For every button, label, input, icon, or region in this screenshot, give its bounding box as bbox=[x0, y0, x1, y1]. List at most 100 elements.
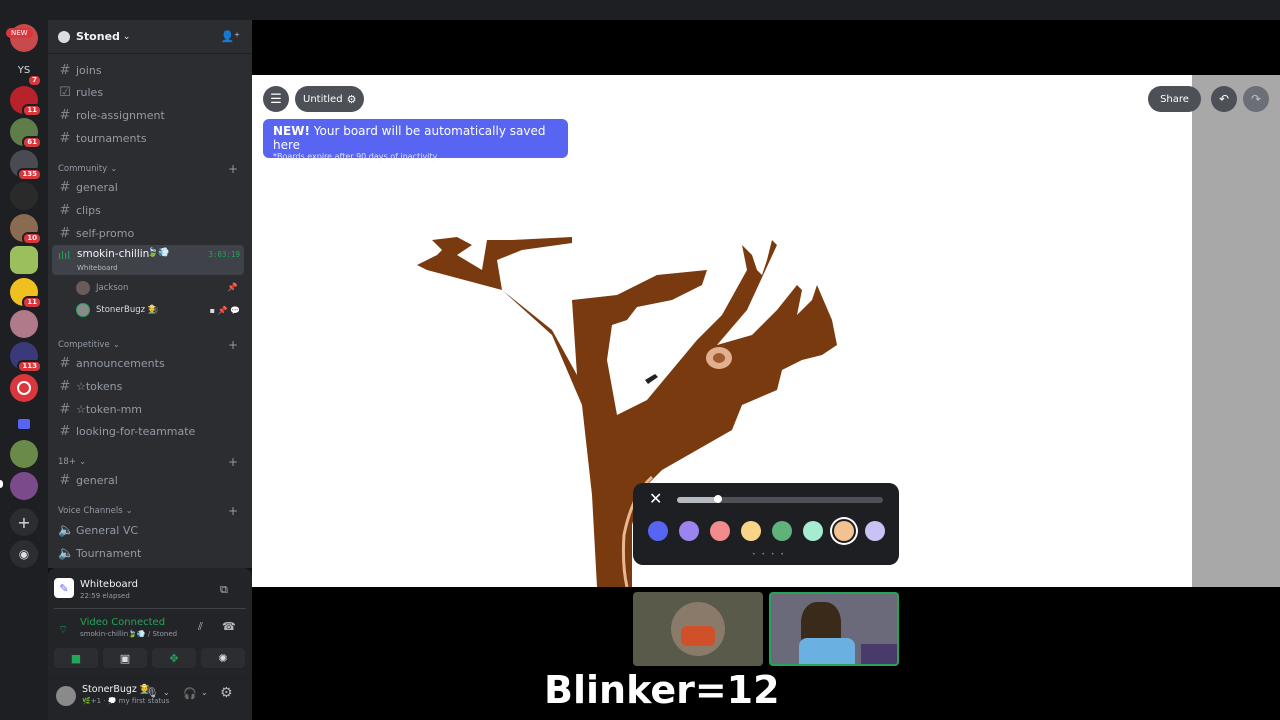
hash-icon: # bbox=[59, 107, 71, 123]
channel-self-promo[interactable]: # self-promo bbox=[52, 223, 244, 243]
autosave-notice: NEW! Your board will be automatically sa… bbox=[263, 119, 568, 161]
server-icon[interactable] bbox=[10, 182, 38, 210]
mic-icon[interactable]: 🎙 bbox=[146, 688, 159, 699]
add-channel-icon[interactable]: + bbox=[228, 162, 238, 176]
server-icon[interactable]: 135 bbox=[10, 150, 42, 181]
channel-role-assignment[interactable]: # role-assignment bbox=[52, 105, 244, 125]
server-icon[interactable] bbox=[10, 374, 38, 402]
category-community[interactable]: Community ⌄ + bbox=[58, 162, 238, 176]
leave-activity-icon[interactable]: ⧉ bbox=[220, 583, 228, 597]
screenshare-button[interactable]: ▣ bbox=[103, 648, 147, 668]
close-icon[interactable]: ✕ bbox=[649, 489, 662, 508]
channel-clips[interactable]: # clips bbox=[52, 200, 244, 220]
color-swatch[interactable] bbox=[741, 521, 761, 541]
server-icon[interactable] bbox=[10, 440, 38, 468]
channel-general-18[interactable]: # general bbox=[52, 470, 244, 490]
channel-general[interactable]: # general bbox=[52, 177, 244, 197]
activity-icon: ✥ bbox=[169, 651, 179, 665]
channel-tournaments[interactable]: # tournaments bbox=[52, 128, 244, 148]
speaker-icon: 🔈 bbox=[58, 522, 75, 538]
channel-looking-for-teammate[interactable]: # looking-for-teammate bbox=[52, 421, 244, 441]
explore-icon[interactable]: ◉ bbox=[10, 540, 38, 568]
chevron-down-icon[interactable]: ⌄ bbox=[163, 688, 170, 697]
color-swatch[interactable] bbox=[834, 521, 854, 541]
video-tile-jackson[interactable] bbox=[633, 592, 763, 666]
voice-active-icon: ılıl bbox=[58, 249, 71, 262]
unread-badge: 7 bbox=[27, 74, 42, 87]
color-swatch[interactable] bbox=[679, 521, 699, 541]
redo-icon: ↷ bbox=[1250, 92, 1262, 106]
add-server-icon[interactable]: + bbox=[10, 508, 38, 536]
server-icon[interactable]: 61 bbox=[10, 118, 42, 149]
color-swatch[interactable] bbox=[772, 521, 792, 541]
category-18plus[interactable]: 18+ ⌄ + bbox=[58, 455, 238, 469]
color-swatch[interactable] bbox=[865, 521, 885, 541]
user-avatar[interactable] bbox=[56, 686, 76, 706]
hamburger-icon: ☰ bbox=[270, 91, 282, 107]
noise-suppression-icon[interactable]: ⫽ bbox=[198, 620, 203, 634]
voice-member[interactable]: StonerBugz 🧑‍🌾 ▪ 📌 💬 bbox=[76, 301, 242, 319]
server-icon[interactable] bbox=[10, 246, 38, 274]
share-button[interactable]: Share bbox=[1148, 86, 1201, 112]
connection-status[interactable]: Video Connected bbox=[80, 617, 165, 628]
hash-icon: # bbox=[59, 62, 71, 78]
chevron-down-icon: ⌄ bbox=[125, 506, 133, 516]
server-ys[interactable]: YS 7 bbox=[10, 56, 42, 87]
chevron-down-icon[interactable]: ⌄ bbox=[201, 688, 208, 697]
server-header[interactable]: Stoned ⌄ 👤⁺ bbox=[48, 20, 252, 54]
avatar bbox=[76, 281, 90, 295]
server-icon[interactable]: 11 bbox=[10, 86, 42, 117]
page-dots: • • • • bbox=[752, 551, 786, 558]
undo-button[interactable]: ↶ bbox=[1211, 86, 1237, 112]
channel-tokens[interactable]: # ☆tokens bbox=[52, 376, 244, 396]
channel-announcements[interactable]: # announcements bbox=[52, 353, 244, 373]
menu-button[interactable]: ☰ bbox=[263, 86, 289, 112]
activity-button[interactable]: ✥ bbox=[152, 648, 196, 668]
screen-share-icon: ▣ bbox=[119, 651, 131, 665]
server-boost-icon bbox=[58, 30, 70, 43]
invite-icon[interactable]: 👤⁺ bbox=[220, 30, 240, 43]
voice-panel: ✎ Whiteboard 22:59 elapsed ⧉ ⌔ Video Con… bbox=[48, 568, 252, 720]
add-channel-icon[interactable]: + bbox=[228, 504, 238, 518]
chevron-down-icon: ⌄ bbox=[122, 31, 131, 42]
color-swatch[interactable] bbox=[710, 521, 730, 541]
channel-rules[interactable]: ☑ rules bbox=[52, 82, 244, 102]
soundboard-icon: ✺ bbox=[218, 651, 228, 665]
hash-icon: # bbox=[59, 401, 71, 417]
voice-channel-general-vc[interactable]: 🔈 General VC bbox=[52, 520, 244, 540]
title-bar bbox=[0, 0, 1280, 20]
activity-title: Whiteboard bbox=[80, 579, 138, 590]
undo-icon: ↶ bbox=[1218, 92, 1230, 106]
disconnect-icon[interactable]: ☎ bbox=[222, 620, 236, 633]
server-icon[interactable]: 113 bbox=[10, 342, 42, 373]
add-channel-icon[interactable]: + bbox=[228, 338, 238, 352]
server-icon[interactable]: 10 bbox=[10, 214, 42, 245]
color-swatch[interactable] bbox=[803, 521, 823, 541]
color-swatch[interactable] bbox=[648, 521, 668, 541]
video-icon: ▪ 📌 💬 bbox=[209, 305, 240, 315]
add-channel-icon[interactable]: + bbox=[228, 455, 238, 469]
redo-button[interactable]: ↷ bbox=[1243, 86, 1269, 112]
connection-location: smokin-chillin🍃💨 / Stoned bbox=[80, 630, 178, 638]
board-title-button[interactable]: Untitled ⚙ bbox=[295, 86, 364, 112]
folder-icon[interactable] bbox=[10, 410, 38, 438]
voice-member[interactable]: Jackson 📌 bbox=[76, 279, 242, 297]
settings-gear-icon[interactable]: ⚙ bbox=[220, 685, 233, 701]
hash-icon: # bbox=[59, 225, 71, 241]
chevron-down-icon: ⌄ bbox=[78, 457, 87, 467]
headphones-icon[interactable]: 🎧 bbox=[183, 687, 197, 700]
voice-channel-tournament[interactable]: 🔈 Tournament bbox=[52, 543, 244, 563]
server-icon[interactable] bbox=[10, 472, 38, 500]
channel-token-mm[interactable]: # ☆token-mm bbox=[52, 399, 244, 419]
video-tile-stonerbugz[interactable] bbox=[769, 592, 899, 666]
category-voice-channels[interactable]: Voice Channels ⌄ + bbox=[58, 504, 238, 518]
category-competitive[interactable]: Competitive ⌄ + bbox=[58, 338, 238, 352]
soundboard-button[interactable]: ✺ bbox=[201, 648, 245, 668]
server-icon[interactable]: 11 bbox=[10, 278, 42, 309]
active-voice-channel[interactable]: ılıl smokin-chillin 🍃💨 3:03:19 Whiteboar… bbox=[52, 245, 244, 275]
brush-size-slider[interactable] bbox=[677, 497, 883, 503]
channel-joins[interactable]: # joins bbox=[52, 60, 244, 80]
speaker-icon: 🔈 bbox=[58, 545, 75, 561]
server-icon[interactable] bbox=[10, 310, 38, 338]
camera-button[interactable]: ■ bbox=[54, 648, 98, 668]
